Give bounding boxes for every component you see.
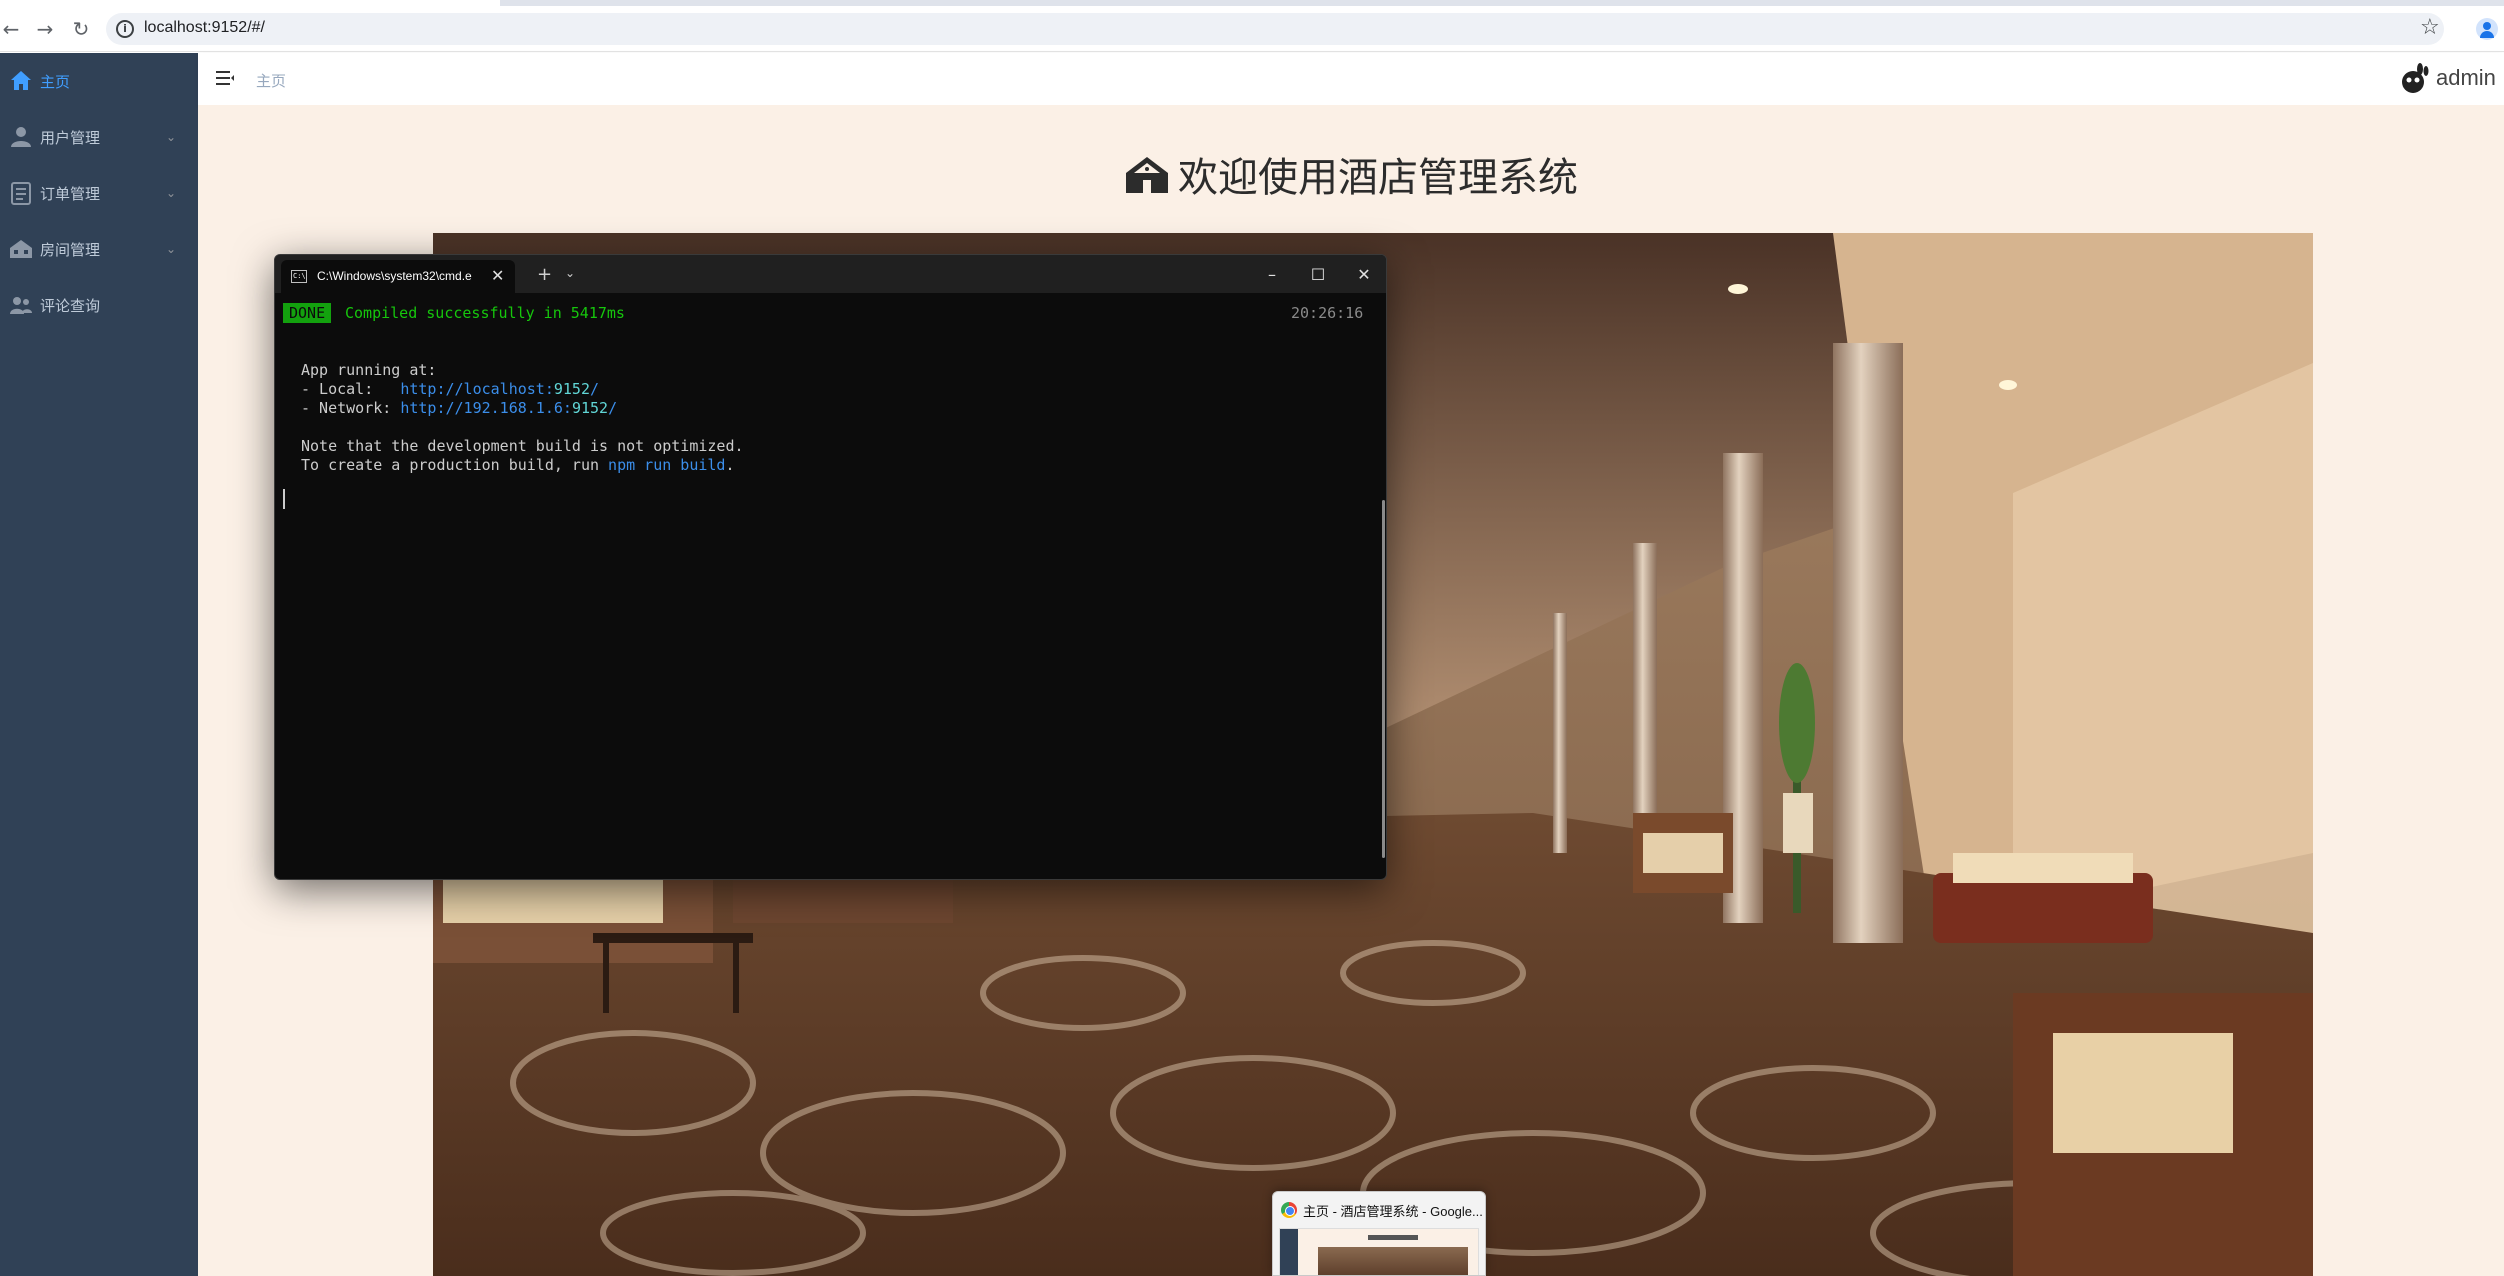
chevron-down-icon: ⌄ (166, 242, 177, 256)
terminal-titlebar[interactable]: C:\ C:\Windows\system32\cmd.e ✕ + ⌄ – ☐ … (275, 255, 1386, 293)
sidebar-item-comments[interactable]: 评论查询 (0, 277, 198, 333)
room-icon (10, 240, 32, 258)
preview-title-bar (1368, 1235, 1418, 1240)
sidebar-item-orders[interactable]: 订单管理 ⌄ (0, 165, 198, 221)
thumbnail-title: 主页 - 酒店管理系统 - Google... (1303, 1204, 1483, 1219)
production-prefix: To create a production build, run (301, 456, 609, 474)
thumbnail-preview[interactable] (1279, 1228, 1479, 1275)
address-bar[interactable]: i localhost:9152/#/ (106, 13, 2444, 45)
sidebar: 主页 用户管理 ⌄ 订单管理 ⌄ 房间管理 ⌄ 评论查询 (0, 53, 198, 1276)
bookmark-star-icon[interactable]: ☆ (2420, 15, 2440, 40)
chrome-icon (1281, 1202, 1297, 1218)
maximize-button[interactable]: ☐ (1295, 255, 1341, 293)
address-url[interactable]: localhost:9152/#/ (144, 19, 265, 37)
sidebar-item-home[interactable]: 主页 (0, 53, 198, 109)
local-url-link[interactable]: http://localhost: (400, 380, 554, 398)
local-label: - Local: (301, 380, 401, 398)
close-window-button[interactable]: ✕ (1341, 255, 1386, 293)
terminal-window[interactable]: C:\ C:\Windows\system32\cmd.e ✕ + ⌄ – ☐ … (274, 254, 1387, 880)
production-build-line: To create a production build, run npm ru… (301, 456, 734, 474)
network-port[interactable]: 9152 (572, 399, 608, 417)
house-icon (1126, 157, 1168, 193)
terminal-tab[interactable]: C:\ C:\Windows\system32\cmd.e ✕ (281, 260, 515, 293)
page-title: 欢迎使用酒店管理系统 (198, 145, 2504, 203)
terminal-tab-title: C:\Windows\system32\cmd.e (317, 269, 472, 283)
comment-icon (10, 297, 32, 314)
sidebar-item-label: 订单管理 (40, 185, 101, 203)
network-url-line: - Network: http://192.168.1.6:9152/ (301, 399, 617, 417)
sidebar-item-rooms[interactable]: 房间管理 ⌄ (0, 221, 198, 277)
network-url-suffix[interactable]: / (608, 399, 617, 417)
terminal-scrollbar[interactable] (1382, 500, 1385, 858)
timestamp: 20:26:16 (1291, 304, 1364, 322)
app-header: 主页 admin (198, 53, 2504, 105)
chevron-down-icon: ⌄ (166, 130, 177, 144)
browser-toolbar: ← → ↻ i localhost:9152/#/ ☆ (0, 6, 2504, 52)
new-tab-icon[interactable]: + (537, 264, 552, 285)
avatar[interactable] (2398, 62, 2432, 96)
breadcrumb: 主页 (256, 73, 287, 90)
close-tab-icon[interactable]: ✕ (491, 266, 504, 285)
profile-icon[interactable] (2476, 18, 2498, 40)
hamburger-icon[interactable] (216, 70, 234, 86)
app-running-line: App running at: (301, 361, 437, 379)
preview-image (1318, 1247, 1468, 1275)
order-icon (11, 182, 31, 205)
chevron-down-icon: ⌄ (166, 186, 177, 200)
forward-button[interactable]: → (30, 14, 60, 44)
back-button[interactable]: ← (0, 14, 26, 44)
home-icon (11, 71, 31, 90)
sidebar-item-label: 用户管理 (40, 129, 101, 147)
text-cursor (283, 489, 285, 509)
local-url-suffix[interactable]: / (590, 380, 599, 398)
network-label: - Network: (301, 399, 401, 417)
preview-sidebar (1280, 1229, 1298, 1275)
npm-command: npm run build (608, 456, 726, 474)
network-url-link[interactable]: http://192.168.1.6: (400, 399, 572, 417)
local-url-line: - Local: http://localhost:9152/ (301, 380, 599, 398)
sidebar-item-label: 评论查询 (40, 297, 101, 315)
site-info-icon[interactable]: i (116, 20, 134, 38)
compiled-message: Compiled successfully in 5417ms (345, 304, 625, 322)
note-line: Note that the development build is not o… (301, 437, 744, 455)
users-icon (11, 127, 31, 147)
done-badge: DONE (283, 303, 332, 323)
reload-button[interactable]: ↻ (66, 14, 96, 44)
welcome-title: 欢迎使用酒店管理系统 (1178, 155, 1578, 201)
production-suffix: . (725, 456, 735, 474)
chevron-down-icon[interactable]: ⌄ (565, 266, 575, 280)
sidebar-item-label: 主页 (40, 73, 71, 91)
minimize-button[interactable]: – (1249, 255, 1295, 293)
taskbar-thumbnail[interactable]: 主页 - 酒店管理系统 - Google... (1272, 1191, 1486, 1276)
sidebar-item-users[interactable]: 用户管理 ⌄ (0, 109, 198, 165)
user-name[interactable]: admin (2436, 65, 2504, 91)
sidebar-item-label: 房间管理 (40, 241, 101, 259)
local-port[interactable]: 9152 (554, 380, 590, 398)
cmd-icon: C:\ (291, 270, 307, 283)
terminal-output[interactable]: DONE Compiled successfully in 5417ms 20:… (275, 293, 1386, 879)
